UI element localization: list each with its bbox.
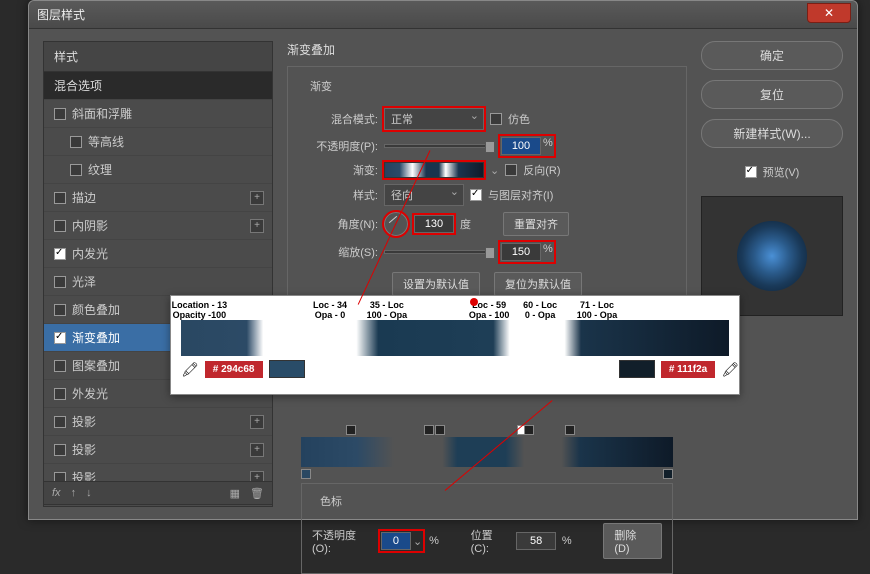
- styles-sidebar: 样式 混合选项 斜面和浮雕等高线纹理描边+内阴影+内发光光泽颜色叠加+渐变叠加+…: [43, 41, 273, 507]
- trash-icon[interactable]: 🗑: [250, 487, 264, 500]
- window-title: 图层样式: [37, 6, 85, 23]
- new-style-button[interactable]: 新建样式(W)...: [701, 119, 843, 148]
- align-checkbox[interactable]: [470, 189, 482, 201]
- cancel-button[interactable]: 复位: [701, 80, 843, 109]
- sidebar-item-4[interactable]: 内阴影+: [44, 212, 272, 240]
- opacity-slider[interactable]: [384, 144, 494, 148]
- sidebar-footer: fx ↑ ↓ ▦ 🗑: [43, 481, 273, 505]
- reverse-label: 反向(R): [523, 162, 560, 178]
- gradient-fieldset: 渐变 混合模式: 正常 仿色 不透明度(P): 100% 渐变: ⌄: [287, 66, 687, 317]
- sidebar-item-0[interactable]: 斜面和浮雕: [44, 100, 272, 128]
- reset-align-button[interactable]: 重置对齐: [503, 212, 569, 236]
- hex-right: # 111f2a: [661, 361, 715, 378]
- preview-checkbox[interactable]: [745, 166, 757, 178]
- swatch-right[interactable]: [619, 360, 655, 378]
- add-effect-icon[interactable]: +: [250, 219, 264, 233]
- arrow-down-icon[interactable]: ↓: [86, 487, 92, 499]
- overlay-gradient-bar: [181, 320, 729, 356]
- scale-input[interactable]: 150: [501, 243, 541, 261]
- titlebar[interactable]: 图层样式 ✕: [29, 1, 857, 29]
- preview-label: 预览(V): [763, 164, 800, 180]
- sidebar-item-11[interactable]: 投影+: [44, 408, 272, 436]
- sidebar-item-3[interactable]: 描边+: [44, 184, 272, 212]
- arrow-up-icon[interactable]: ↑: [71, 487, 77, 499]
- sidebar-item-6[interactable]: 光泽: [44, 268, 272, 296]
- style-select[interactable]: 径向: [384, 184, 464, 206]
- blend-mode-label: 混合模式:: [302, 111, 378, 127]
- color-picker-icon[interactable]: 🖍: [181, 361, 199, 378]
- gradient-editor[interactable]: [301, 437, 673, 467]
- gradient-label: 渐变:: [302, 162, 378, 178]
- effect-checkbox[interactable]: [54, 276, 66, 288]
- reset-default-button[interactable]: 复位为默认值: [494, 272, 582, 296]
- dither-label: 仿色: [508, 111, 530, 127]
- dither-checkbox[interactable]: [490, 113, 502, 125]
- style-label: 样式:: [302, 187, 378, 203]
- effect-checkbox[interactable]: [54, 388, 66, 400]
- add-icon[interactable]: ▦: [230, 487, 240, 500]
- annotation-dot: [470, 298, 478, 306]
- sidebar-header: 样式: [44, 42, 272, 72]
- effect-checkbox[interactable]: [54, 444, 66, 456]
- effect-checkbox[interactable]: [54, 360, 66, 372]
- right-column: 确定 复位 新建样式(W)... 预览(V): [701, 41, 843, 507]
- sidebar-item-12[interactable]: 投影+: [44, 436, 272, 464]
- effect-checkbox[interactable]: [54, 108, 66, 120]
- opacity-input[interactable]: 100: [501, 137, 541, 155]
- sidebar-item-2[interactable]: 纹理: [44, 156, 272, 184]
- sidebar-item-1[interactable]: 等高线: [44, 128, 272, 156]
- opacity-label: 不透明度(P):: [302, 138, 378, 154]
- stop-label: Location - 13Opacity -100: [172, 300, 228, 320]
- stop-position-input[interactable]: 58: [516, 532, 556, 550]
- set-default-button[interactable]: 设置为默认值: [392, 272, 480, 296]
- gradient-stops-overlay: Location - 13Opacity -100 Loc - 34Opa - 0…: [170, 295, 740, 395]
- stop-label: Loc - 34Opa - 0: [313, 300, 347, 320]
- delete-stop-button[interactable]: 删除(D): [603, 523, 662, 559]
- stop-opacity-input[interactable]: 0: [381, 532, 411, 550]
- sidebar-item-5[interactable]: 内发光: [44, 240, 272, 268]
- gradient-preview[interactable]: [384, 162, 484, 178]
- section-title: 渐变叠加: [287, 41, 687, 58]
- effect-checkbox[interactable]: [54, 220, 66, 232]
- sidebar-blend-options[interactable]: 混合选项: [44, 72, 272, 100]
- effect-checkbox[interactable]: [70, 164, 82, 176]
- add-effect-icon[interactable]: +: [250, 191, 264, 205]
- stop-position-label: 位置(C):: [471, 527, 511, 555]
- swatch-left[interactable]: [269, 360, 305, 378]
- stop-label: 60 - Loc0 - Opa: [523, 300, 557, 320]
- color-picker-icon-right[interactable]: 🖍: [721, 361, 739, 378]
- scale-slider[interactable]: [384, 250, 494, 254]
- effect-checkbox[interactable]: [70, 136, 82, 148]
- stop-label: 71 - Loc100 - Opa: [577, 300, 618, 320]
- scale-label: 缩放(S):: [302, 244, 378, 260]
- effect-checkbox[interactable]: [54, 304, 66, 316]
- hex-left: # 294c68: [205, 361, 263, 378]
- add-effect-icon[interactable]: +: [250, 415, 264, 429]
- ok-button[interactable]: 确定: [701, 41, 843, 70]
- effect-checkbox[interactable]: [54, 416, 66, 428]
- main-panel: 渐变叠加 渐变 混合模式: 正常 仿色 不透明度(P): 100% 渐变:: [287, 41, 687, 507]
- color-stop-controls: 色标 不透明度(O): 0 ⌄ % 位置(C): 58 % 删除(D): [301, 483, 673, 574]
- blend-mode-select[interactable]: 正常: [384, 108, 484, 130]
- angle-input[interactable]: 130: [414, 215, 454, 233]
- align-label: 与图层对齐(I): [488, 187, 553, 203]
- effect-checkbox[interactable]: [54, 332, 66, 344]
- stops-legend: 色标: [316, 493, 346, 509]
- add-effect-icon[interactable]: +: [250, 443, 264, 457]
- layer-style-dialog: 图层样式 ✕ 样式 混合选项 斜面和浮雕等高线纹理描边+内阴影+内发光光泽颜色叠…: [28, 0, 858, 520]
- close-button[interactable]: ✕: [807, 3, 851, 23]
- fx-icon[interactable]: fx: [52, 487, 61, 499]
- effect-checkbox[interactable]: [54, 248, 66, 260]
- stop-opacity-label: 不透明度(O):: [312, 527, 374, 555]
- stop-label: 35 - Loc100 - Opa: [367, 300, 408, 320]
- legend-gradient: 渐变: [306, 78, 336, 94]
- angle-label: 角度(N):: [302, 216, 378, 232]
- effect-checkbox[interactable]: [54, 192, 66, 204]
- reverse-checkbox[interactable]: [505, 164, 517, 176]
